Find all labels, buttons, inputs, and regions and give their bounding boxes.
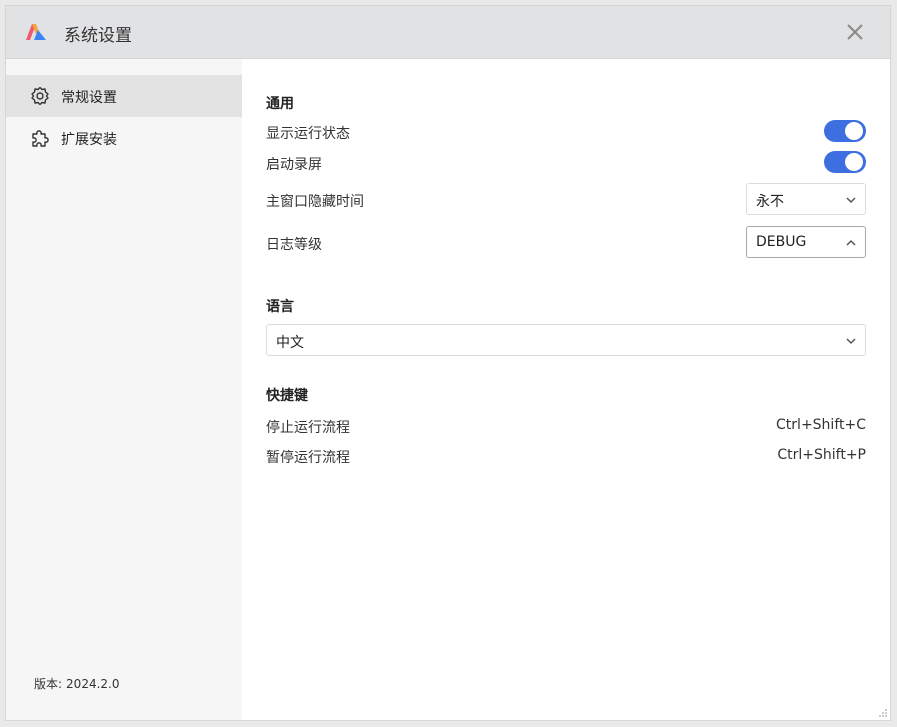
version-info: 版本: 2024.2.0 xyxy=(34,675,123,692)
show-status-label: 显示运行状态 xyxy=(266,126,350,142)
hide-time-value: 永不 xyxy=(756,194,784,210)
settings-content: 通用 显示运行状态 启动录屏 主窗口隐藏时间 永不 日志等级 DEBUG 语言 … xyxy=(242,59,890,720)
gear-icon xyxy=(31,86,49,106)
chevron-up-icon xyxy=(846,239,856,246)
section-title-general: 通用 xyxy=(266,96,294,112)
close-icon xyxy=(847,24,863,40)
screen-record-label: 启动录屏 xyxy=(266,157,322,173)
chevron-down-icon xyxy=(846,338,856,345)
log-level-label: 日志等级 xyxy=(266,237,322,253)
sidebar-item-extensions[interactable]: 扩展安装 xyxy=(6,117,242,159)
hide-time-select[interactable]: 永不 xyxy=(746,183,866,215)
log-level-value: DEBUG xyxy=(756,234,807,250)
settings-window: 系统设置 常规设置 扩展安装 版本: 2024.2.0 通用 显示运行状态 启动… xyxy=(5,5,891,721)
pause-flow-shortcut[interactable]: Ctrl+Shift+P xyxy=(777,447,866,463)
sidebar-item-label: 常规设置 xyxy=(61,90,117,106)
sidebar: 常规设置 扩展安装 版本: 2024.2.0 xyxy=(6,59,242,720)
sidebar-item-label: 扩展安装 xyxy=(61,132,117,148)
log-level-select[interactable]: DEBUG xyxy=(746,226,866,258)
section-title-language: 语言 xyxy=(266,299,294,315)
version-label: 版本: xyxy=(34,677,63,691)
stop-flow-label: 停止运行流程 xyxy=(266,420,350,436)
show-status-toggle[interactable] xyxy=(824,120,866,142)
resize-grip-icon[interactable] xyxy=(878,708,888,718)
toggle-knob xyxy=(845,153,863,171)
window-title: 系统设置 xyxy=(64,26,132,46)
toggle-knob xyxy=(845,122,863,140)
sidebar-item-general-settings[interactable]: 常规设置 xyxy=(6,75,242,117)
language-value: 中文 xyxy=(276,335,304,351)
version-value: 2024.2.0 xyxy=(66,677,120,691)
close-button[interactable] xyxy=(842,19,868,45)
hide-time-label: 主窗口隐藏时间 xyxy=(266,194,364,210)
puzzle-icon xyxy=(32,130,49,147)
section-title-shortcuts: 快捷键 xyxy=(266,388,308,404)
screen-record-toggle[interactable] xyxy=(824,151,866,173)
app-logo-icon xyxy=(26,24,46,40)
title-bar: 系统设置 xyxy=(6,6,890,59)
chevron-down-icon xyxy=(846,197,856,204)
language-select[interactable]: 中文 xyxy=(266,324,866,356)
stop-flow-shortcut[interactable]: Ctrl+Shift+C xyxy=(776,417,866,433)
pause-flow-label: 暂停运行流程 xyxy=(266,450,350,466)
